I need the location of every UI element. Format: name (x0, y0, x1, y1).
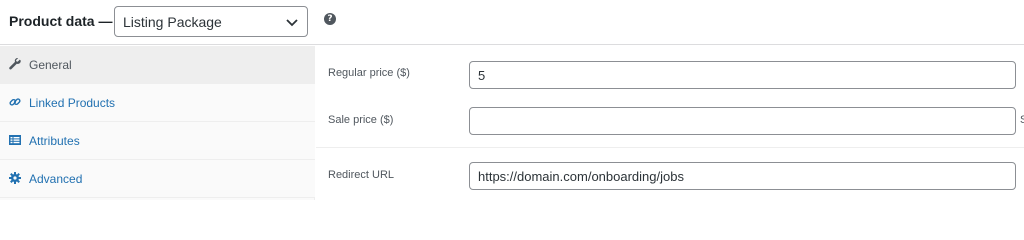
schedule-link[interactable]: S (1020, 114, 1024, 126)
tab-general[interactable]: General (0, 46, 315, 84)
tab-general-label: General (29, 58, 72, 72)
product-data-tabs: General Linked Products Attributes Advan… (0, 46, 315, 200)
tab-attributes[interactable]: Attributes (0, 122, 315, 160)
gear-icon (9, 172, 21, 184)
chevron-down-icon (286, 19, 298, 27)
regular-price-input[interactable] (469, 61, 1016, 89)
tab-linked-products-label: Linked Products (29, 96, 116, 110)
regular-price-label: Regular price ($) (328, 67, 410, 79)
sale-price-input[interactable] (469, 107, 1016, 135)
product-data-header: Product data — Listing Package ? (0, 0, 1024, 45)
tab-advanced-label: Advanced (29, 172, 83, 186)
product-type-value: Listing Package (123, 14, 222, 30)
section-divider (316, 147, 1024, 148)
redirect-url-label: Redirect URL (328, 169, 395, 181)
wrench-icon (9, 58, 21, 70)
help-icon[interactable]: ? (324, 13, 336, 25)
sale-price-label: Sale price ($) (328, 114, 394, 126)
product-data-title: Product data — (9, 13, 113, 29)
tab-linked-products[interactable]: Linked Products (0, 84, 315, 122)
link-icon (9, 98, 21, 106)
tab-attributes-label: Attributes (29, 134, 80, 148)
general-panel: Regular price ($) Sale price ($) S Redir… (316, 46, 1024, 200)
list-icon (9, 135, 21, 145)
redirect-url-input[interactable] (469, 162, 1016, 190)
tab-advanced[interactable]: Advanced (0, 160, 315, 198)
product-type-select[interactable]: Listing Package (114, 6, 308, 37)
